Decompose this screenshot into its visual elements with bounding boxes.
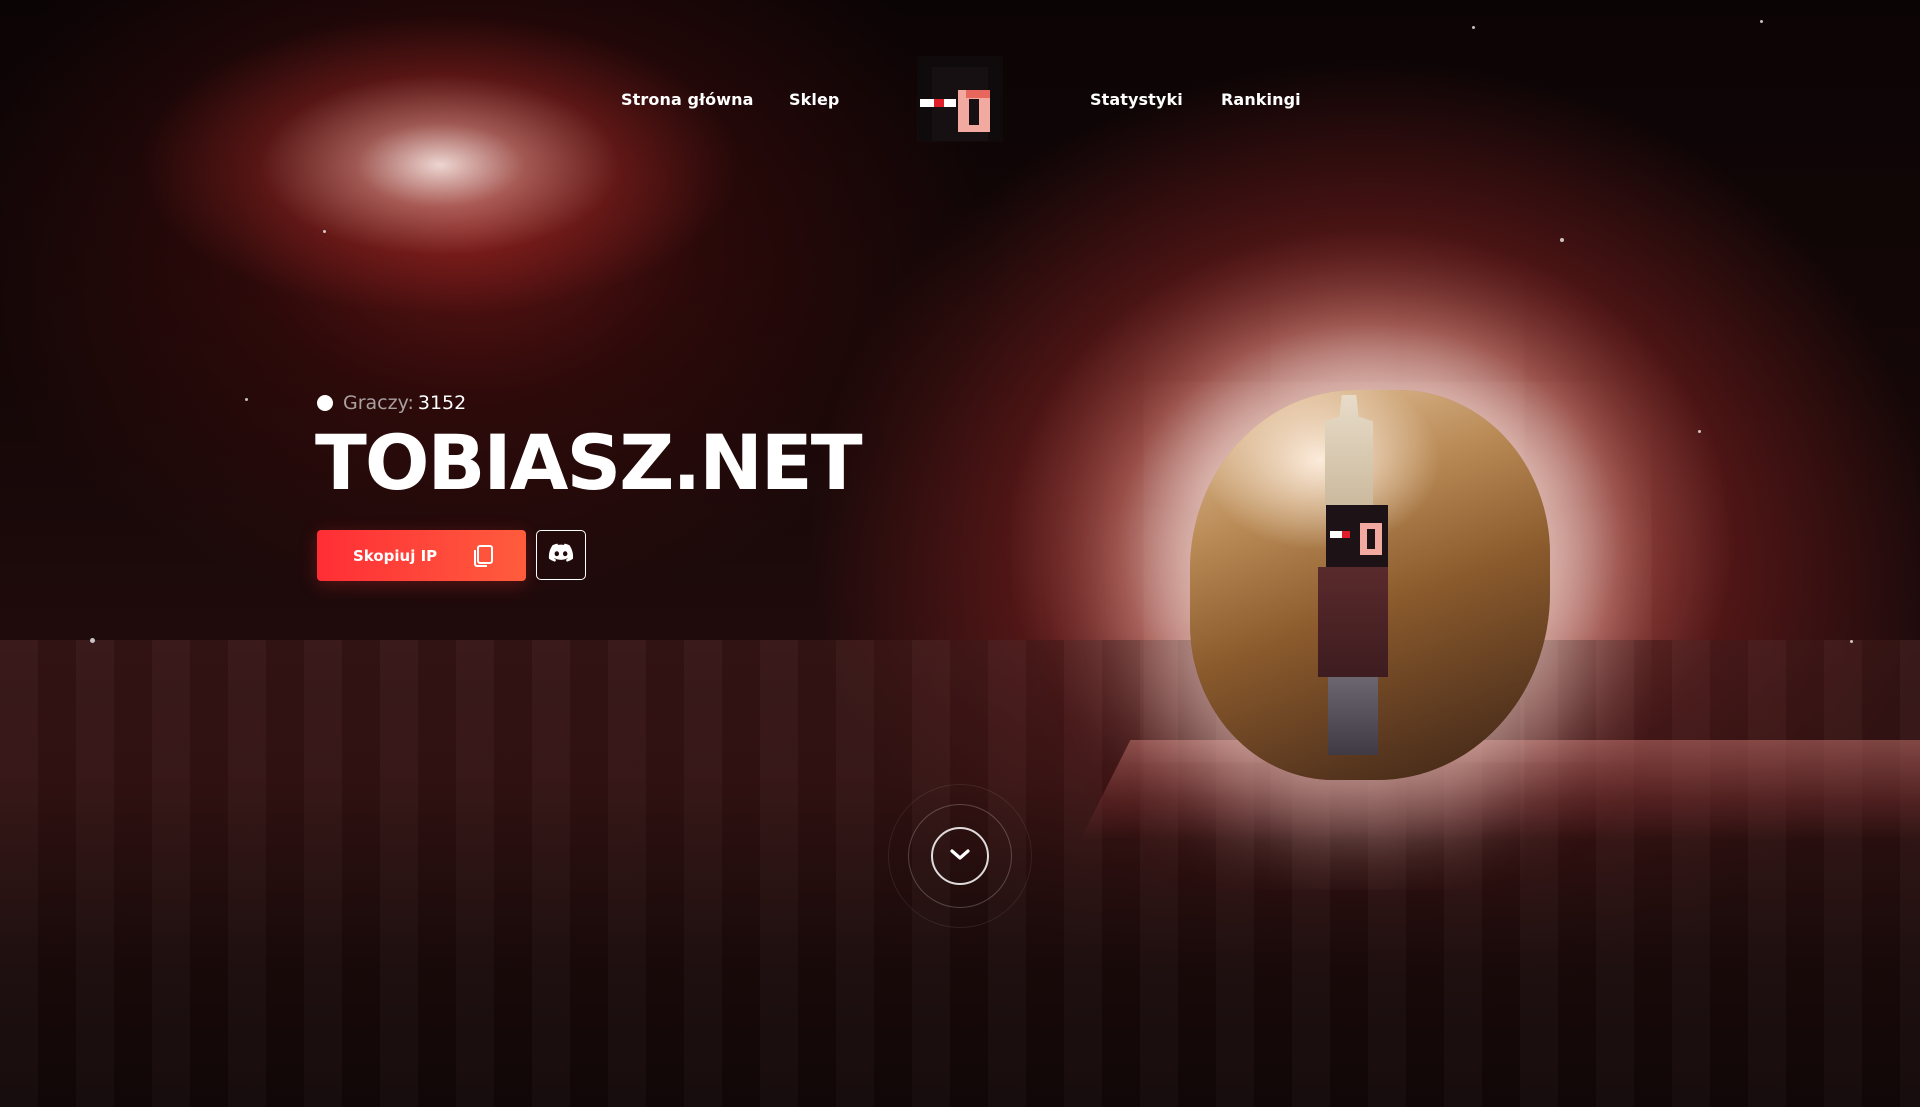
nav-link-shop[interactable]: Sklep <box>789 90 839 109</box>
character-body <box>1318 567 1388 677</box>
server-title: TOBIASZ.NET <box>315 418 863 507</box>
players-label: Graczy: <box>343 392 414 414</box>
stone-platform-background <box>1080 740 1920 840</box>
character-head <box>1326 505 1388 567</box>
character-legs <box>1328 677 1378 755</box>
nav-link-rankings[interactable]: Rankingi <box>1221 90 1301 109</box>
nav-link-statistics[interactable]: Statystyki <box>1090 90 1183 109</box>
discord-button[interactable] <box>536 530 586 580</box>
copy-ip-label: Skopiuj IP <box>353 546 438 565</box>
copy-icon <box>472 544 494 568</box>
online-players: Graczy: 3152 <box>317 392 466 414</box>
star-decoration <box>90 638 95 643</box>
chevron-down-icon <box>949 847 971 866</box>
star-decoration <box>245 398 248 401</box>
scroll-down-button[interactable] <box>931 827 989 885</box>
star-decoration <box>323 230 326 233</box>
site-logo[interactable] <box>918 57 1002 141</box>
players-count: 3152 <box>417 392 467 414</box>
star-decoration <box>1760 20 1763 23</box>
star-decoration <box>1698 430 1701 433</box>
character-artwork <box>1300 505 1410 755</box>
copy-ip-button[interactable]: Skopiuj IP <box>317 530 526 581</box>
nav-link-home[interactable]: Strona główna <box>621 90 753 109</box>
discord-icon <box>548 543 574 567</box>
star-decoration <box>1850 640 1853 643</box>
star-decoration <box>1472 26 1475 29</box>
star-decoration <box>1560 238 1564 242</box>
landing-page: Strona główna Sklep Statystyki Rankingi … <box>0 0 1920 1107</box>
online-status-dot-icon <box>317 395 333 411</box>
